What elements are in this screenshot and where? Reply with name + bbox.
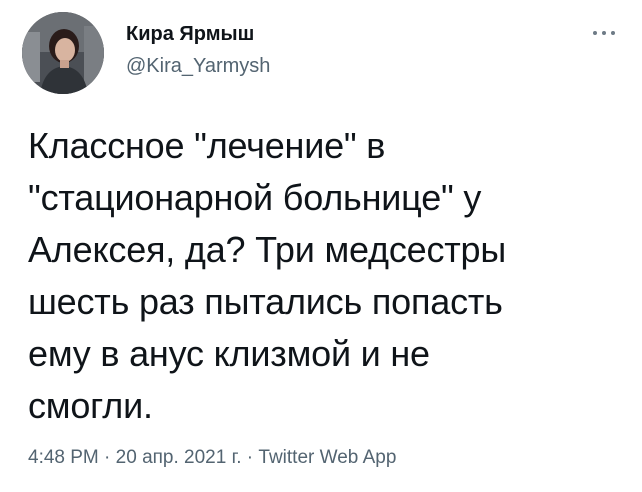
tweet-meta: 4:48 PM · 20 апр. 2021 г. · Twitter Web … bbox=[28, 447, 396, 469]
author-handle[interactable]: @Kira_Yarmysh bbox=[126, 55, 270, 78]
tweet-text: Классное "лечение" в "стационарной больн… bbox=[28, 125, 507, 426]
more-options-button[interactable] bbox=[592, 26, 618, 40]
meta-separator: · bbox=[241, 447, 259, 468]
tweet-source[interactable]: Twitter Web App bbox=[258, 447, 396, 468]
avatar-image bbox=[22, 12, 104, 94]
tweet-time[interactable]: 4:48 PM bbox=[28, 447, 99, 468]
author-name[interactable]: Кира Ярмыш bbox=[126, 23, 254, 46]
meta-separator: · bbox=[98, 447, 116, 468]
more-dots-icon bbox=[602, 31, 606, 35]
avatar[interactable] bbox=[22, 12, 104, 94]
tweet-date[interactable]: 20 апр. 2021 г. bbox=[116, 447, 242, 468]
more-dots-icon bbox=[593, 31, 597, 35]
tweet-card: Кира Ярмыш @Kira_Yarmysh Классное "лечен… bbox=[0, 0, 642, 492]
more-dots-icon bbox=[611, 31, 615, 35]
